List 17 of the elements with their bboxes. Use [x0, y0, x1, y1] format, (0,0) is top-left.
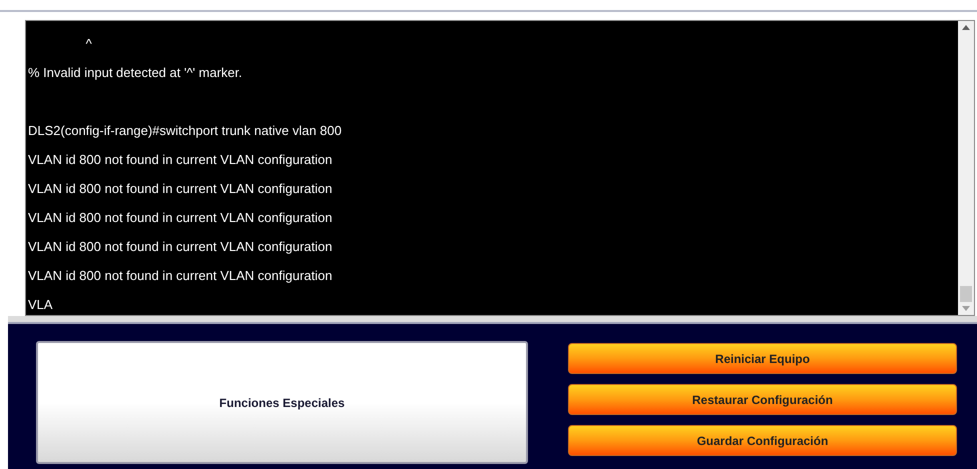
- terminal-line: VLAN id 800 not found in current VLAN configuration: [28, 267, 334, 285]
- terminal-line: VLA: [28, 296, 54, 314]
- action-button[interactable]: Guardar Configuración: [568, 425, 957, 456]
- terminal-line: % Invalid input detected at '^' marker.: [28, 64, 244, 82]
- terminal-line: ^: [84, 35, 93, 53]
- special-functions-button[interactable]: Funciones Especiales: [36, 341, 528, 464]
- scrollbar[interactable]: [958, 21, 974, 315]
- scroll-up-icon[interactable]: [962, 25, 970, 30]
- terminal-line: VLAN id 800 not found in current VLAN configuration: [28, 209, 334, 227]
- action-button[interactable]: Reiniciar Equipo: [568, 343, 957, 374]
- action-button[interactable]: Restaurar Configuración: [568, 384, 957, 415]
- scroll-down-icon[interactable]: [962, 306, 970, 311]
- terminal-line: VLAN id 800 not found in current VLAN configuration: [28, 238, 334, 256]
- scroll-thumb[interactable]: [960, 286, 972, 302]
- terminal-line: DLS2(config-if-range)#switchport trunk native vlan 800: [28, 122, 343, 140]
- terminal-line: VLAN id 800 not found in current VLAN configuration: [28, 180, 334, 198]
- terminal-line: VLAN id 800 not found in current VLAN configuration: [28, 151, 334, 169]
